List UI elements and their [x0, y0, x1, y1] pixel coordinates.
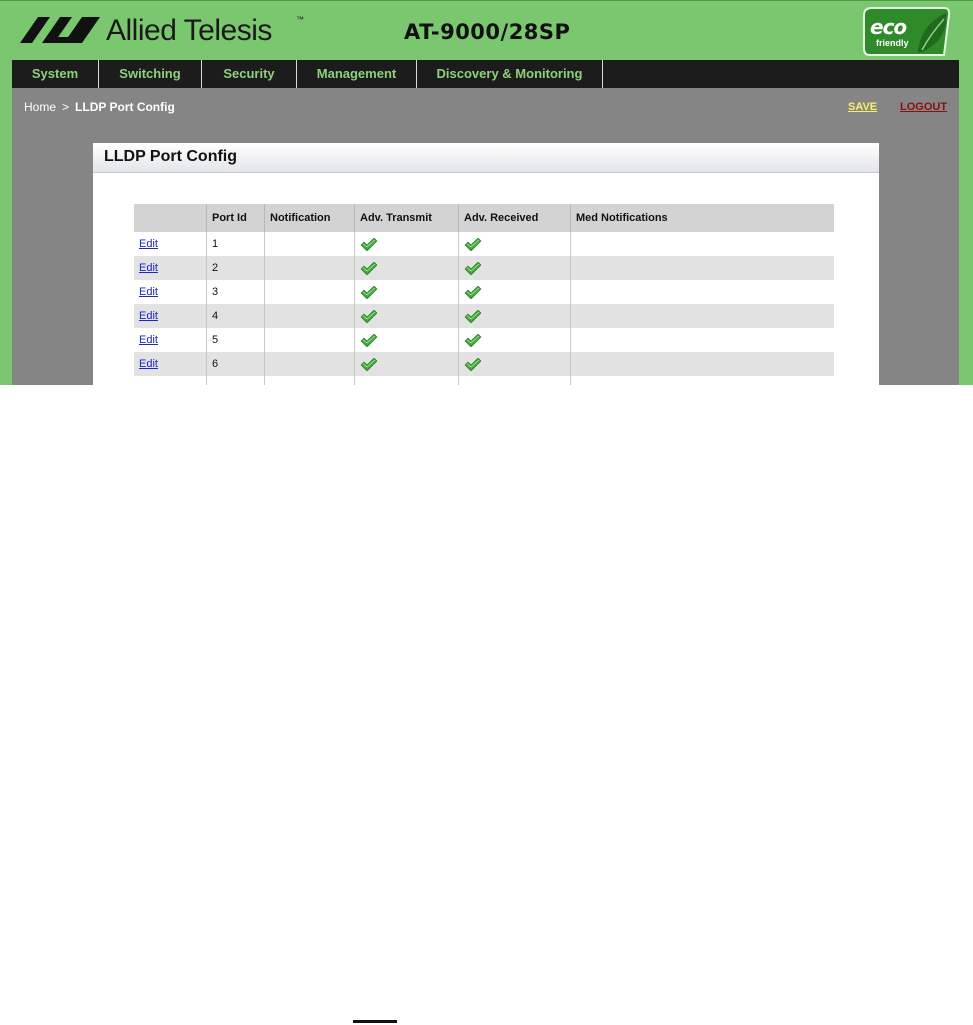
- breadcrumb: Home > LLDP Port Config: [24, 100, 175, 114]
- med-notifications-cell: [570, 232, 834, 256]
- port-id-cell: 6: [206, 352, 265, 376]
- port-id-cell: 5: [206, 328, 265, 352]
- check-icon: [464, 357, 482, 371]
- check-icon: [464, 285, 482, 299]
- content-area: Home > LLDP Port Config SAVE LOGOUT LLDP P…: [12, 88, 959, 385]
- port-id-cell: 2: [206, 256, 265, 280]
- adv-transmit-cell: [354, 328, 459, 352]
- nav-item-management[interactable]: Management: [297, 60, 417, 88]
- panel-title: LLDP Port Config: [104, 148, 238, 165]
- med-notifications-cell: [570, 328, 834, 352]
- check-icon: [360, 357, 378, 371]
- table-row: Edit 5: [134, 328, 834, 352]
- notification-cell: [264, 280, 355, 304]
- app-header: Allied Telesis ™ AT-9000/28SP eco friend…: [0, 0, 973, 60]
- adv-transmit-cell: [354, 280, 459, 304]
- med-notifications-cell: [570, 256, 834, 280]
- logout-link[interactable]: LOGOUT: [900, 101, 947, 113]
- adv-received-cell: [458, 280, 571, 304]
- eco-badge-text: eco: [870, 15, 907, 39]
- trademark: ™: [296, 15, 304, 24]
- save-link[interactable]: SAVE: [848, 101, 877, 113]
- footer-rule: [353, 1020, 397, 1023]
- nav-item-switching[interactable]: Switching: [99, 60, 202, 88]
- check-icon: [464, 309, 482, 323]
- notification-cell: [264, 328, 355, 352]
- brand-name: Allied Telesis: [106, 14, 272, 47]
- med-notifications-cell: [570, 304, 834, 328]
- column-header-adv-received: Adv. Received: [458, 204, 571, 232]
- table-row: Edit 4: [134, 304, 834, 328]
- check-icon: [464, 261, 482, 275]
- table-header-row: Port Id Notification Adv. Transmit Adv. …: [134, 204, 834, 232]
- device-model: AT-9000/28SP: [404, 20, 571, 44]
- notification-cell: [264, 352, 355, 376]
- check-icon: [360, 261, 378, 275]
- lldp-port-table: Port Id Notification Adv. Transmit Adv. …: [134, 204, 834, 385]
- column-header-med-notifications: Med Notifications: [570, 204, 834, 232]
- edit-link[interactable]: Edit: [139, 310, 158, 322]
- notification-cell: [264, 256, 355, 280]
- adv-transmit-cell: [354, 232, 459, 256]
- nav-item-discovery-monitoring[interactable]: Discovery & Monitoring: [417, 60, 603, 88]
- port-id-cell: 3: [206, 280, 265, 304]
- edit-link[interactable]: Edit: [139, 358, 158, 370]
- column-header-notification: Notification: [264, 204, 355, 232]
- table-row: Edit 2: [134, 256, 834, 280]
- eco-badge-subtext: friendly: [876, 38, 909, 48]
- adv-transmit-cell: [354, 352, 459, 376]
- screenshot-region: Allied Telesis ™ AT-9000/28SP eco friend…: [0, 0, 973, 385]
- adv-received-cell: [458, 232, 571, 256]
- edit-link[interactable]: Edit: [139, 334, 158, 346]
- adv-received-cell: [458, 256, 571, 280]
- port-id-cell: 1: [206, 232, 265, 256]
- breadcrumb-separator: >: [62, 100, 70, 114]
- notification-cell: [264, 232, 355, 256]
- table-row: Edit 3: [134, 280, 834, 304]
- table-row: Edit 6: [134, 352, 834, 376]
- adv-received-cell: [458, 304, 571, 328]
- lldp-port-config-panel: LLDP Port Config Port Id Notification Ad…: [93, 143, 879, 385]
- med-notifications-cell: [570, 352, 834, 376]
- check-icon: [360, 237, 378, 251]
- allied-telesis-logo: Allied Telesis ™: [20, 15, 310, 47]
- column-header-action: [134, 204, 207, 232]
- check-icon: [360, 285, 378, 299]
- nav-item-security[interactable]: Security: [202, 60, 297, 88]
- edit-link[interactable]: Edit: [139, 262, 158, 274]
- edit-link[interactable]: Edit: [139, 286, 158, 298]
- notification-cell: [264, 304, 355, 328]
- adv-transmit-cell: [354, 304, 459, 328]
- breadcrumb-home-link[interactable]: Home: [24, 100, 56, 114]
- adv-received-cell: [458, 352, 571, 376]
- main-nav: System Switching Security Management Dis…: [12, 60, 959, 88]
- check-icon: [360, 309, 378, 323]
- adv-received-cell: [458, 328, 571, 352]
- brand-mark-icon: [20, 17, 100, 43]
- check-icon: [464, 333, 482, 347]
- med-notifications-cell: [570, 280, 834, 304]
- port-id-cell: 4: [206, 304, 265, 328]
- check-icon: [464, 237, 482, 251]
- panel-title-bar: LLDP Port Config: [93, 143, 879, 173]
- nav-item-system[interactable]: System: [12, 60, 99, 88]
- breadcrumb-current: LLDP Port Config: [75, 100, 175, 114]
- adv-transmit-cell: [354, 256, 459, 280]
- check-icon: [360, 333, 378, 347]
- edit-link[interactable]: Edit: [139, 238, 158, 250]
- column-header-port-id: Port Id: [206, 204, 265, 232]
- table-row: Edit 1: [134, 232, 834, 256]
- table-row: [134, 376, 834, 385]
- column-header-adv-transmit: Adv. Transmit: [354, 204, 459, 232]
